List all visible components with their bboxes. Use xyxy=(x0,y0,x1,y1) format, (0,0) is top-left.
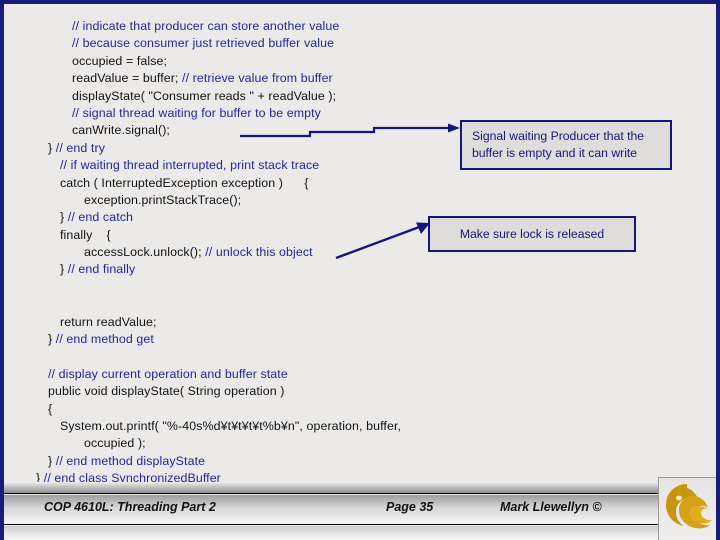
code-comment: // display current operation and buffer … xyxy=(48,366,288,381)
code-text: occupied ); xyxy=(84,436,146,451)
code-line: readValue = buffer; // retrieve value fr… xyxy=(36,70,506,87)
code-text: accessLock.unlock(); xyxy=(84,245,206,260)
code-line: System.out.printf( "%-40s%d¥t¥t¥t¥t%b¥n"… xyxy=(36,418,506,435)
code-text: return readValue; xyxy=(60,314,157,329)
code-text: readValue = buffer; xyxy=(72,71,183,86)
slide-footer: COP 4610L: Threading Part 2 Page 35 Mark… xyxy=(4,482,716,540)
code-comment: // end method get xyxy=(55,332,154,347)
code-line: } // end method displayState xyxy=(36,453,506,470)
callout-lock-released: Make sure lock is released xyxy=(428,216,636,252)
code-text: catch ( InterruptedException exception )… xyxy=(60,175,309,190)
footer-band-bottom xyxy=(4,526,716,540)
code-comment: // end method displayState xyxy=(55,453,206,468)
code-line: // if waiting thread interrupted, print … xyxy=(36,157,506,174)
slide: // indicate that producer can store anot… xyxy=(0,0,720,540)
code-line: // indicate that producer can store anot… xyxy=(36,18,506,35)
footer-band-top xyxy=(4,482,716,494)
code-text: } xyxy=(48,453,56,468)
ucf-pegasus-logo-icon xyxy=(658,477,716,540)
code-line: catch ( InterruptedException exception )… xyxy=(36,175,506,192)
code-line: } // end try xyxy=(36,140,506,157)
code-line: } // end finally xyxy=(36,261,506,278)
code-line: { xyxy=(36,401,506,418)
code-line: displayState( "Consumer reads " + readVa… xyxy=(36,88,506,105)
code-comment: // end finally xyxy=(67,262,136,277)
code-line: // signal thread waiting for buffer to b… xyxy=(36,105,506,122)
code-text: exception.printStackTrace(); xyxy=(84,192,242,207)
code-text: } xyxy=(60,262,68,277)
code-text: } xyxy=(60,210,68,225)
code-text: public void displayState( String operati… xyxy=(48,384,285,399)
code-block: // indicate that producer can store anot… xyxy=(36,18,506,488)
code-comment: // end catch xyxy=(67,210,134,225)
code-text: System.out.printf( "%-40s%d¥t¥t¥t¥t%b¥n"… xyxy=(60,418,402,433)
code-comment: // if waiting thread interrupted, print … xyxy=(60,158,320,173)
callout-signal-producer: Signal waiting Producer that the buffer … xyxy=(460,120,672,170)
code-comment: // retrieve value from buffer xyxy=(182,71,333,86)
code-comment: // unlock this object xyxy=(205,245,313,260)
code-text: { xyxy=(48,401,53,416)
code-text: displayState( "Consumer reads " + readVa… xyxy=(72,88,337,103)
code-comment: // indicate that producer can store anot… xyxy=(72,19,340,33)
code-text: finally { xyxy=(60,227,111,242)
code-line: // because consumer just retrieved buffe… xyxy=(36,35,506,52)
code-line: return readValue; xyxy=(36,314,506,331)
code-line: exception.printStackTrace(); xyxy=(36,192,506,209)
code-line: canWrite.signal(); xyxy=(36,122,506,139)
code-line: } // end method get xyxy=(36,331,506,348)
code-text: } xyxy=(48,140,56,155)
code-text: occupied = false; xyxy=(72,53,168,68)
code-line: occupied ); xyxy=(36,435,506,452)
footer-page-number: Page 35 xyxy=(386,500,434,514)
code-text: } xyxy=(48,332,56,347)
code-line: public void displayState( String operati… xyxy=(36,383,506,400)
code-text: canWrite.signal(); xyxy=(72,123,170,138)
code-line: occupied = false; xyxy=(36,53,506,70)
footer-course-title: COP 4610L: Threading Part 2 xyxy=(44,500,216,514)
code-line: // display current operation and buffer … xyxy=(36,366,506,383)
code-comment: // signal thread waiting for buffer to b… xyxy=(72,105,321,120)
code-comment: // because consumer just retrieved buffe… xyxy=(72,36,335,51)
code-comment: // end try xyxy=(55,140,105,155)
footer-author: Mark Llewellyn © xyxy=(500,500,602,514)
